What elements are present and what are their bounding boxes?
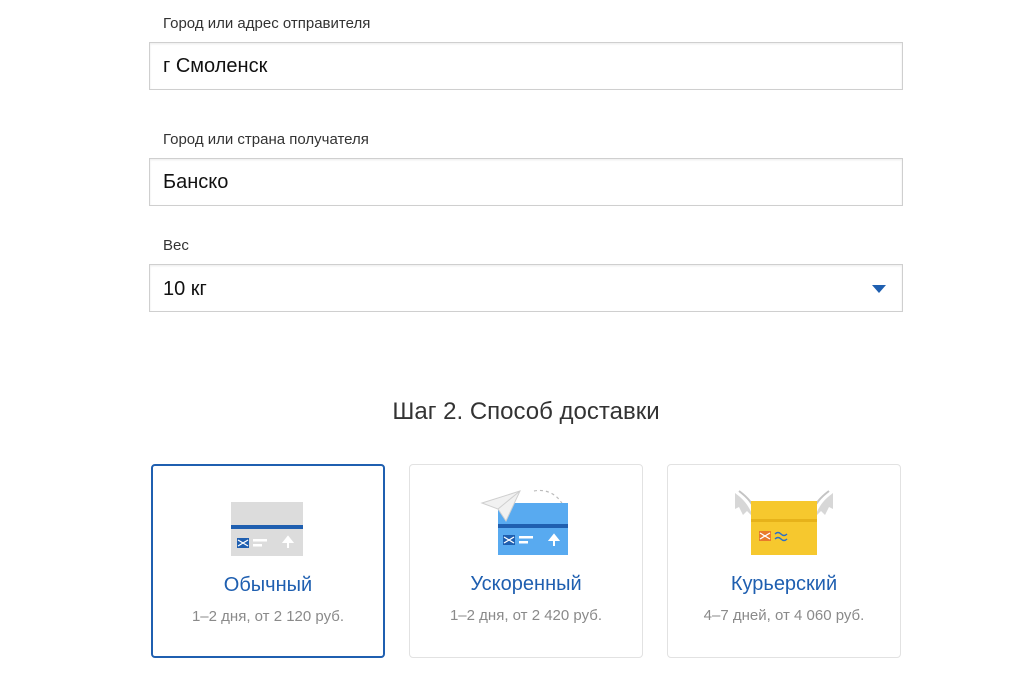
delivery-option-title: Ускоренный xyxy=(470,573,582,595)
weight-label: Вес xyxy=(163,237,189,254)
recipient-field[interactable] xyxy=(149,158,903,206)
weight-selected-value: 10 кг xyxy=(163,278,207,300)
delivery-option-details: 1–2 дня, от 2 120 руб. xyxy=(191,608,345,625)
delivery-option-title: Обычный xyxy=(223,574,313,596)
parcel-courier-icon xyxy=(668,489,900,559)
sender-label: Город или адрес отправителя xyxy=(163,15,371,32)
delivery-option-details: 4–7 дней, от 4 060 руб. xyxy=(703,607,865,624)
recipient-label: Город или страна получателя xyxy=(163,131,369,148)
sender-input[interactable] xyxy=(150,43,902,89)
step2-title: Шаг 2. Способ доставки xyxy=(392,398,660,425)
delivery-option-standard[interactable]: Обычный 1–2 дня, от 2 120 руб. xyxy=(151,464,385,658)
delivery-option-courier[interactable]: Курьерский 4–7 дней, от 4 060 руб. xyxy=(667,464,901,658)
parcel-express-icon xyxy=(410,489,642,559)
sender-field[interactable] xyxy=(149,42,903,90)
delivery-option-details: 1–2 дня, от 2 420 руб. xyxy=(449,607,603,624)
weight-select[interactable]: 10 кг xyxy=(149,264,903,312)
delivery-option-express[interactable]: Ускоренный 1–2 дня, от 2 420 руб. xyxy=(409,464,643,658)
recipient-input[interactable] xyxy=(150,159,902,205)
chevron-down-icon[interactable] xyxy=(872,285,886,293)
parcel-standard-icon xyxy=(153,490,383,560)
delivery-option-title: Курьерский xyxy=(730,573,838,595)
